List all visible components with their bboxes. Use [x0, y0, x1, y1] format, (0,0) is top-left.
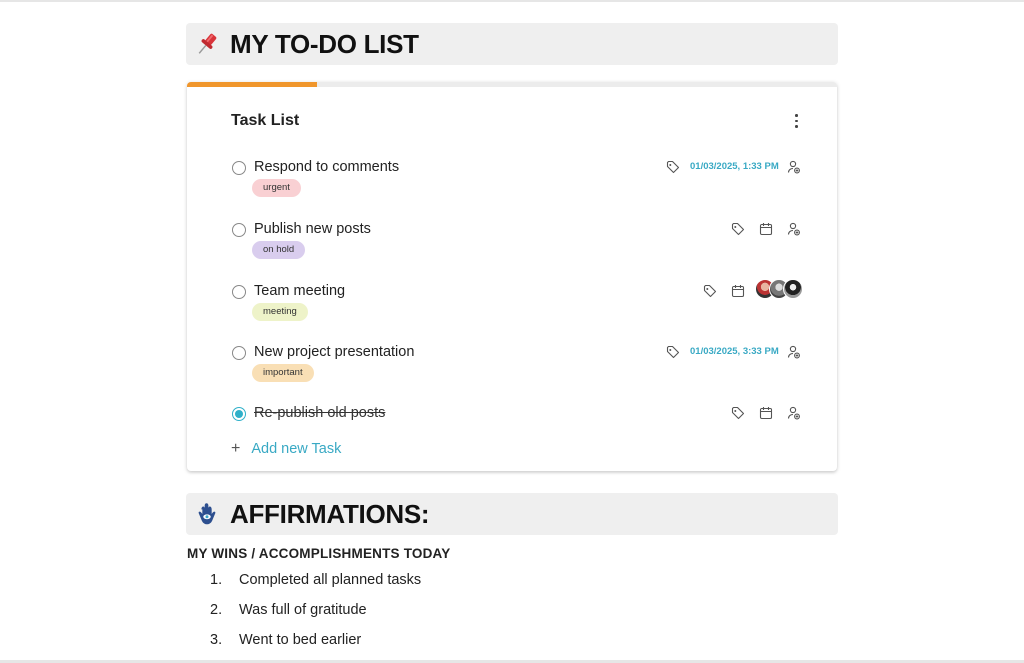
- assign-user-icon[interactable]: [787, 406, 801, 420]
- add-task-button[interactable]: + Add new Task: [231, 440, 341, 458]
- affirmations-title: AFFIRMATIONS:: [230, 498, 430, 529]
- task-name[interactable]: Publish new posts: [254, 221, 371, 237]
- task-checkbox-checked[interactable]: [232, 407, 246, 421]
- calendar-icon[interactable]: [759, 406, 773, 420]
- avatar[interactable]: [783, 279, 803, 299]
- affirmations-section-header: AFFIRMATIONS:: [186, 493, 838, 535]
- list-number: 3.: [210, 632, 223, 648]
- hamsa-hand-icon: [192, 499, 222, 529]
- calendar-icon[interactable]: [731, 284, 745, 298]
- plus-icon: +: [231, 440, 241, 457]
- wins-heading: MY WINS / ACCOMPLISHMENTS TODAY: [187, 546, 451, 561]
- list-number: 2.: [210, 602, 223, 618]
- task-row: New project presentation important 01/03…: [187, 344, 837, 385]
- task-name[interactable]: New project presentation: [254, 344, 414, 360]
- more-options-icon[interactable]: [790, 112, 802, 130]
- pushpin-icon: [192, 29, 222, 59]
- list-text: Completed all planned tasks: [239, 572, 422, 588]
- assign-user-icon[interactable]: [787, 160, 801, 174]
- list-item: 2. Was full of gratitude: [210, 602, 421, 632]
- list-item: 3. Went to bed earlier: [210, 632, 421, 662]
- due-date[interactable]: 01/03/2025, 1:33 PM: [690, 161, 779, 172]
- task-tag[interactable]: important: [252, 364, 314, 382]
- todo-title: MY TO-DO LIST: [230, 28, 419, 59]
- task-checkbox[interactable]: [232, 346, 246, 360]
- task-tag[interactable]: on hold: [252, 241, 306, 259]
- task-row: Respond to comments urgent 01/03/2025, 1…: [187, 159, 837, 200]
- tag-icon[interactable]: [731, 222, 745, 236]
- task-row: Team meeting meeting: [187, 279, 837, 324]
- assign-user-icon[interactable]: [787, 345, 801, 359]
- tag-icon[interactable]: [666, 160, 680, 174]
- calendar-icon[interactable]: [759, 222, 773, 236]
- todo-section-header: MY TO-DO LIST: [186, 23, 838, 65]
- assign-user-icon[interactable]: [787, 222, 801, 236]
- tag-icon[interactable]: [666, 345, 680, 359]
- task-tag[interactable]: meeting: [252, 303, 308, 321]
- list-text: Went to bed earlier: [239, 632, 362, 648]
- progress-fill: [187, 82, 317, 87]
- add-task-label: Add new Task: [251, 441, 342, 457]
- due-date[interactable]: 01/03/2025, 3:33 PM: [690, 346, 779, 357]
- tag-icon[interactable]: [731, 406, 745, 420]
- task-name[interactable]: Respond to comments: [254, 159, 399, 175]
- task-name[interactable]: Team meeting: [254, 283, 345, 299]
- task-name[interactable]: Re-publish old posts: [254, 405, 385, 421]
- task-checkbox[interactable]: [232, 285, 246, 299]
- task-checkbox[interactable]: [232, 161, 246, 175]
- list-item: 1. Completed all planned tasks: [210, 572, 421, 602]
- top-divider: [0, 0, 1024, 2]
- assignee-avatars[interactable]: [755, 279, 807, 301]
- list-text: Was full of gratitude: [239, 602, 367, 618]
- wins-list: 1. Completed all planned tasks 2. Was fu…: [210, 572, 421, 662]
- task-row: Publish new posts on hold: [187, 221, 837, 262]
- task-tag[interactable]: urgent: [252, 179, 301, 197]
- task-list-card: Task List Respond to comments urgent 01/…: [187, 82, 837, 471]
- card-title: Task List: [231, 112, 300, 129]
- tag-icon[interactable]: [703, 284, 717, 298]
- list-number: 1.: [210, 572, 223, 588]
- task-checkbox[interactable]: [232, 223, 246, 237]
